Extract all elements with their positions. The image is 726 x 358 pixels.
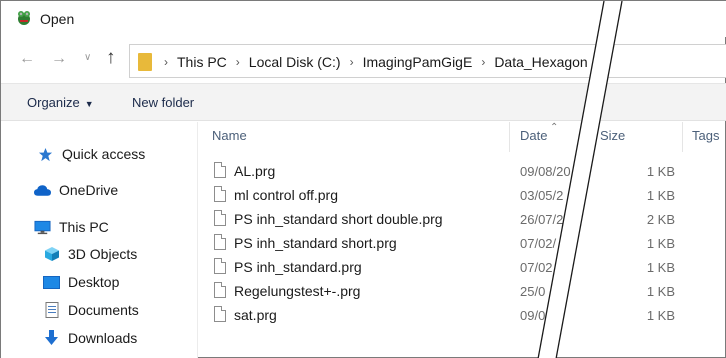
arrow-up-icon[interactable]: ↑ bbox=[106, 47, 116, 69]
file-list: ⌃ Name Date Size Tags AL.prg 09/08/20 1 … bbox=[198, 122, 726, 358]
file-size: 2 KB bbox=[646, 212, 675, 227]
breadcrumb-item-local-disk[interactable]: Local Disk (C:) bbox=[249, 54, 341, 70]
file-icon bbox=[214, 162, 226, 178]
chevron-right-icon[interactable]: › bbox=[164, 55, 168, 69]
file-icon bbox=[214, 258, 226, 274]
organize-button[interactable]: Organize ▼ bbox=[27, 95, 94, 110]
nav-item-label: 3D Objects bbox=[68, 246, 138, 262]
nav-item-label: Desktop bbox=[68, 274, 120, 290]
file-size: 1 KB bbox=[646, 164, 675, 179]
chevron-down-icon[interactable]: ∨ bbox=[84, 52, 91, 63]
file-row[interactable]: sat.prg 09/0 1 KB bbox=[198, 304, 726, 328]
desktop-icon bbox=[43, 275, 60, 290]
column-divider[interactable] bbox=[682, 122, 683, 152]
file-row[interactable]: ml control off.prg 03/05/2 1 KB bbox=[198, 184, 726, 208]
column-divider[interactable] bbox=[509, 122, 510, 152]
file-name: AL.prg bbox=[234, 163, 276, 179]
nav-item-this-pc[interactable]: This PC bbox=[34, 219, 109, 235]
open-dialog: Open ← → ∨ ↑ › This PC › Local Disk (C:)… bbox=[0, 0, 726, 358]
column-header-name[interactable]: Name bbox=[212, 128, 247, 143]
nav-item-label: Quick access bbox=[62, 146, 146, 162]
chevron-right-icon[interactable]: › bbox=[350, 55, 354, 69]
file-size: 1 KB bbox=[646, 308, 675, 323]
nav-item-downloads[interactable]: Downloads bbox=[43, 330, 137, 346]
file-row[interactable]: Regelungstest+-.prg 25/0 1 KB bbox=[198, 280, 726, 304]
file-size: 1 KB bbox=[646, 188, 675, 203]
column-header-tags[interactable]: Tags bbox=[692, 128, 719, 143]
file-date: 03/05/2 bbox=[520, 188, 564, 203]
folder-icon bbox=[138, 53, 152, 71]
file-size: 1 KB bbox=[646, 284, 675, 299]
file-name: Regelungstest+-.prg bbox=[234, 283, 361, 299]
navigation-pane: Quick access OneDrive This PC 3D Objects… bbox=[1, 122, 197, 358]
document-icon bbox=[43, 302, 60, 318]
nav-item-quick-access[interactable]: Quick access bbox=[37, 146, 145, 162]
file-name: PS inh_standard.prg bbox=[234, 259, 362, 275]
file-date: 09/0 bbox=[520, 308, 546, 323]
breadcrumb-item-imagingpam[interactable]: ImagingPamGigE bbox=[363, 54, 473, 70]
file-icon bbox=[214, 306, 226, 322]
file-date: 26/07/2 bbox=[520, 212, 564, 227]
file-row[interactable]: AL.prg 09/08/20 1 KB bbox=[198, 160, 726, 184]
star-icon bbox=[37, 147, 54, 162]
nav-item-desktop[interactable]: Desktop bbox=[43, 274, 119, 290]
file-date: 25/0 bbox=[520, 284, 546, 299]
file-name: ml control off.prg bbox=[234, 187, 339, 203]
sort-ascending-icon: ⌃ bbox=[550, 122, 559, 133]
file-date: 07/02 bbox=[520, 260, 553, 275]
file-icon bbox=[214, 186, 226, 202]
file-icon bbox=[214, 282, 226, 298]
nav-item-label: OneDrive bbox=[59, 182, 119, 198]
monitor-icon bbox=[34, 220, 51, 235]
cloud-icon bbox=[34, 183, 51, 198]
file-icon bbox=[214, 210, 226, 226]
column-header-size[interactable]: Size bbox=[600, 128, 625, 143]
address-bar[interactable]: › This PC › Local Disk (C:) › ImagingPam… bbox=[129, 44, 726, 78]
new-folder-button[interactable]: New folder bbox=[132, 95, 194, 110]
organize-label: Organize bbox=[27, 95, 80, 110]
file-icon bbox=[214, 234, 226, 250]
file-size: 1 KB bbox=[646, 236, 675, 251]
file-date: 07/02/ bbox=[520, 236, 557, 251]
file-name: sat.prg bbox=[234, 307, 277, 323]
nav-item-documents[interactable]: Documents bbox=[43, 302, 139, 318]
cube-icon bbox=[43, 247, 60, 262]
chevron-right-icon[interactable]: › bbox=[236, 55, 240, 69]
nav-item-label: This PC bbox=[59, 219, 109, 235]
nav-item-3d-objects[interactable]: 3D Objects bbox=[43, 246, 137, 262]
command-bar: Organize ▼ New folder bbox=[1, 83, 726, 121]
nav-item-onedrive[interactable]: OneDrive bbox=[34, 182, 118, 198]
nav-item-label: Documents bbox=[68, 302, 139, 318]
file-size: 1 KB bbox=[646, 260, 675, 275]
breadcrumb: › This PC › Local Disk (C:) › ImagingPam… bbox=[160, 54, 588, 70]
file-name: PS inh_standard short.prg bbox=[234, 235, 397, 251]
download-icon bbox=[43, 330, 60, 346]
address-row: ← → ∨ ↑ › This PC › Local Disk (C:) › Im… bbox=[1, 41, 726, 81]
file-name: PS inh_standard short double.prg bbox=[234, 211, 443, 227]
chevron-right-icon[interactable]: › bbox=[481, 55, 485, 69]
caret-down-icon: ▼ bbox=[84, 99, 94, 109]
arrow-left-icon[interactable]: ← bbox=[19, 50, 35, 68]
app-icon bbox=[18, 11, 30, 25]
arrow-right-icon[interactable]: → bbox=[51, 50, 67, 68]
title-bar: Open bbox=[1, 1, 726, 37]
nav-item-label: Downloads bbox=[68, 330, 138, 346]
file-date: 09/08/20 bbox=[520, 164, 571, 179]
breadcrumb-item-this-pc[interactable]: This PC bbox=[177, 54, 227, 70]
window-title: Open bbox=[40, 11, 75, 27]
file-row[interactable]: PS inh_standard short double.prg 26/07/2… bbox=[198, 208, 726, 232]
column-header-date[interactable]: Date bbox=[520, 128, 547, 143]
file-row[interactable]: PS inh_standard short.prg 07/02/ 1 KB bbox=[198, 232, 726, 256]
file-row[interactable]: PS inh_standard.prg 07/02 1 KB bbox=[198, 256, 726, 280]
breadcrumb-item-data-hexagon[interactable]: Data_Hexagon bbox=[494, 54, 587, 70]
